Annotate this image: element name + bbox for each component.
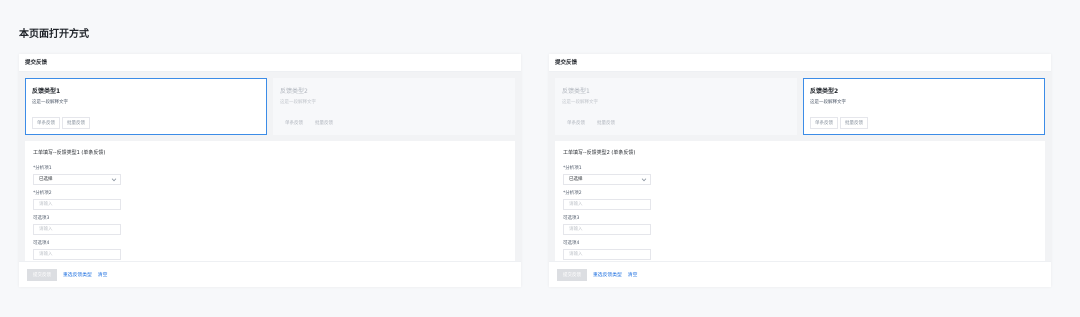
card-title: 反馈类型1 <box>32 88 61 95</box>
submit-feedback-button[interactable]: 提交反馈 <box>557 268 587 281</box>
field-label: *分析项1 <box>563 166 582 171</box>
field-label: 可选项3 <box>563 216 580 221</box>
form-field: *分析项1 已选择 <box>33 165 507 185</box>
feedback-panel-left: 提交反馈 反馈类型1 这是一段解释文字 单条反馈 批量反馈 反馈类型2 这是一段… <box>19 54 521 287</box>
field-label: *分析项1 <box>33 166 52 171</box>
form-heading: 工单填写--反馈类型1 (单条反馈) <box>33 150 106 156</box>
feedback-panel-right: 提交反馈 反馈类型1 这是一段解释文字 单条反馈 批量反馈 反馈类型2 这是一段… <box>549 54 1051 287</box>
batch-feedback-button[interactable]: 批量反馈 <box>592 117 620 129</box>
card-title: 反馈类型1 <box>562 88 590 95</box>
clear-link[interactable]: 清空 <box>628 271 638 278</box>
feedback-type-cards: 反馈类型1 这是一段解释文字 单条反馈 批量反馈 反馈类型2 这是一段解释文字 … <box>555 78 1045 135</box>
feedback-type-card-2[interactable]: 反馈类型2 这是一段解释文字 单条反馈 批量反馈 <box>803 78 1045 135</box>
select-value: 已选择 <box>569 177 583 182</box>
form-field: 可选项3 请输入 <box>563 215 1037 235</box>
single-feedback-button[interactable]: 单条反馈 <box>32 117 60 129</box>
feedback-type-card-1[interactable]: 反馈类型1 这是一段解释文字 单条反馈 批量反馈 <box>25 78 267 135</box>
feedback-type-cards: 反馈类型1 这是一段解释文字 单条反馈 批量反馈 反馈类型2 这是一段解释文字 … <box>25 78 515 135</box>
form-field: 可选项4 请输入 <box>33 240 507 260</box>
card-title: 反馈类型2 <box>280 88 308 95</box>
chevron-down-icon <box>641 176 647 182</box>
field-label: 可选项4 <box>563 241 580 246</box>
analysis-select[interactable]: 已选择 <box>563 174 651 185</box>
single-feedback-button[interactable]: 单条反馈 <box>810 117 838 129</box>
text-input[interactable]: 请输入 <box>33 224 121 235</box>
ticket-form: 工单填写--反馈类型2 (单条反馈) *分析项1 已选择 *分析项2 请输入 可… <box>555 141 1045 261</box>
text-input[interactable]: 请输入 <box>563 224 651 235</box>
feedback-type-card-1[interactable]: 反馈类型1 这是一段解释文字 单条反馈 批量反馈 <box>555 78 797 135</box>
batch-feedback-button[interactable]: 批量反馈 <box>62 117 90 129</box>
ticket-form: 工单填写--反馈类型1 (单条反馈) *分析项1 已选择 *分析项2 请输入 可… <box>25 141 515 261</box>
field-label: *分析项2 <box>563 191 582 196</box>
select-value: 已选择 <box>39 177 53 182</box>
batch-feedback-button[interactable]: 批量反馈 <box>310 117 338 129</box>
form-field: *分析项1 已选择 <box>563 165 1037 185</box>
form-field: 可选项4 请输入 <box>563 240 1037 260</box>
panel-body: 反馈类型1 这是一段解释文字 单条反馈 批量反馈 反馈类型2 这是一段解释文字 … <box>549 72 1051 261</box>
form-field: *分析项2 请输入 <box>33 190 507 210</box>
text-input[interactable]: 请输入 <box>33 199 121 210</box>
page-title: 本页面打开方式 <box>19 29 89 40</box>
field-label: *分析项2 <box>33 191 52 196</box>
card-title: 反馈类型2 <box>810 88 839 95</box>
panel-header: 提交反馈 <box>19 54 521 72</box>
single-feedback-button[interactable]: 单条反馈 <box>562 117 590 129</box>
panel-footer: 提交反馈 重选反馈类型 清空 <box>19 261 521 287</box>
clear-link[interactable]: 清空 <box>98 271 108 278</box>
feedback-type-card-2[interactable]: 反馈类型2 这是一段解释文字 单条反馈 批量反馈 <box>273 78 515 135</box>
reselect-type-link[interactable]: 重选反馈类型 <box>593 271 622 278</box>
batch-feedback-button[interactable]: 批量反馈 <box>840 117 868 129</box>
field-label: 可选项3 <box>33 216 50 221</box>
chevron-down-icon <box>111 176 117 182</box>
card-desc: 这是一段解释文字 <box>32 100 68 105</box>
field-label: 可选项4 <box>33 241 50 246</box>
analysis-select[interactable]: 已选择 <box>33 174 121 185</box>
reselect-type-link[interactable]: 重选反馈类型 <box>63 271 92 278</box>
form-heading: 工单填写--反馈类型2 (单条反馈) <box>563 150 636 156</box>
panel-footer: 提交反馈 重选反馈类型 清空 <box>549 261 1051 287</box>
form-field: 可选项3 请输入 <box>33 215 507 235</box>
form-field: *分析项2 请输入 <box>563 190 1037 210</box>
text-input[interactable]: 请输入 <box>563 249 651 260</box>
panel-body: 反馈类型1 这是一段解释文字 单条反馈 批量反馈 反馈类型2 这是一段解释文字 … <box>19 72 521 261</box>
text-input[interactable]: 请输入 <box>33 249 121 260</box>
card-desc: 这是一段解释文字 <box>810 100 846 105</box>
text-input[interactable]: 请输入 <box>563 199 651 210</box>
panel-header: 提交反馈 <box>549 54 1051 72</box>
submit-feedback-button[interactable]: 提交反馈 <box>27 268 57 281</box>
single-feedback-button[interactable]: 单条反馈 <box>280 117 308 129</box>
card-desc: 这是一段解释文字 <box>280 100 316 105</box>
card-desc: 这是一段解释文字 <box>562 100 598 105</box>
